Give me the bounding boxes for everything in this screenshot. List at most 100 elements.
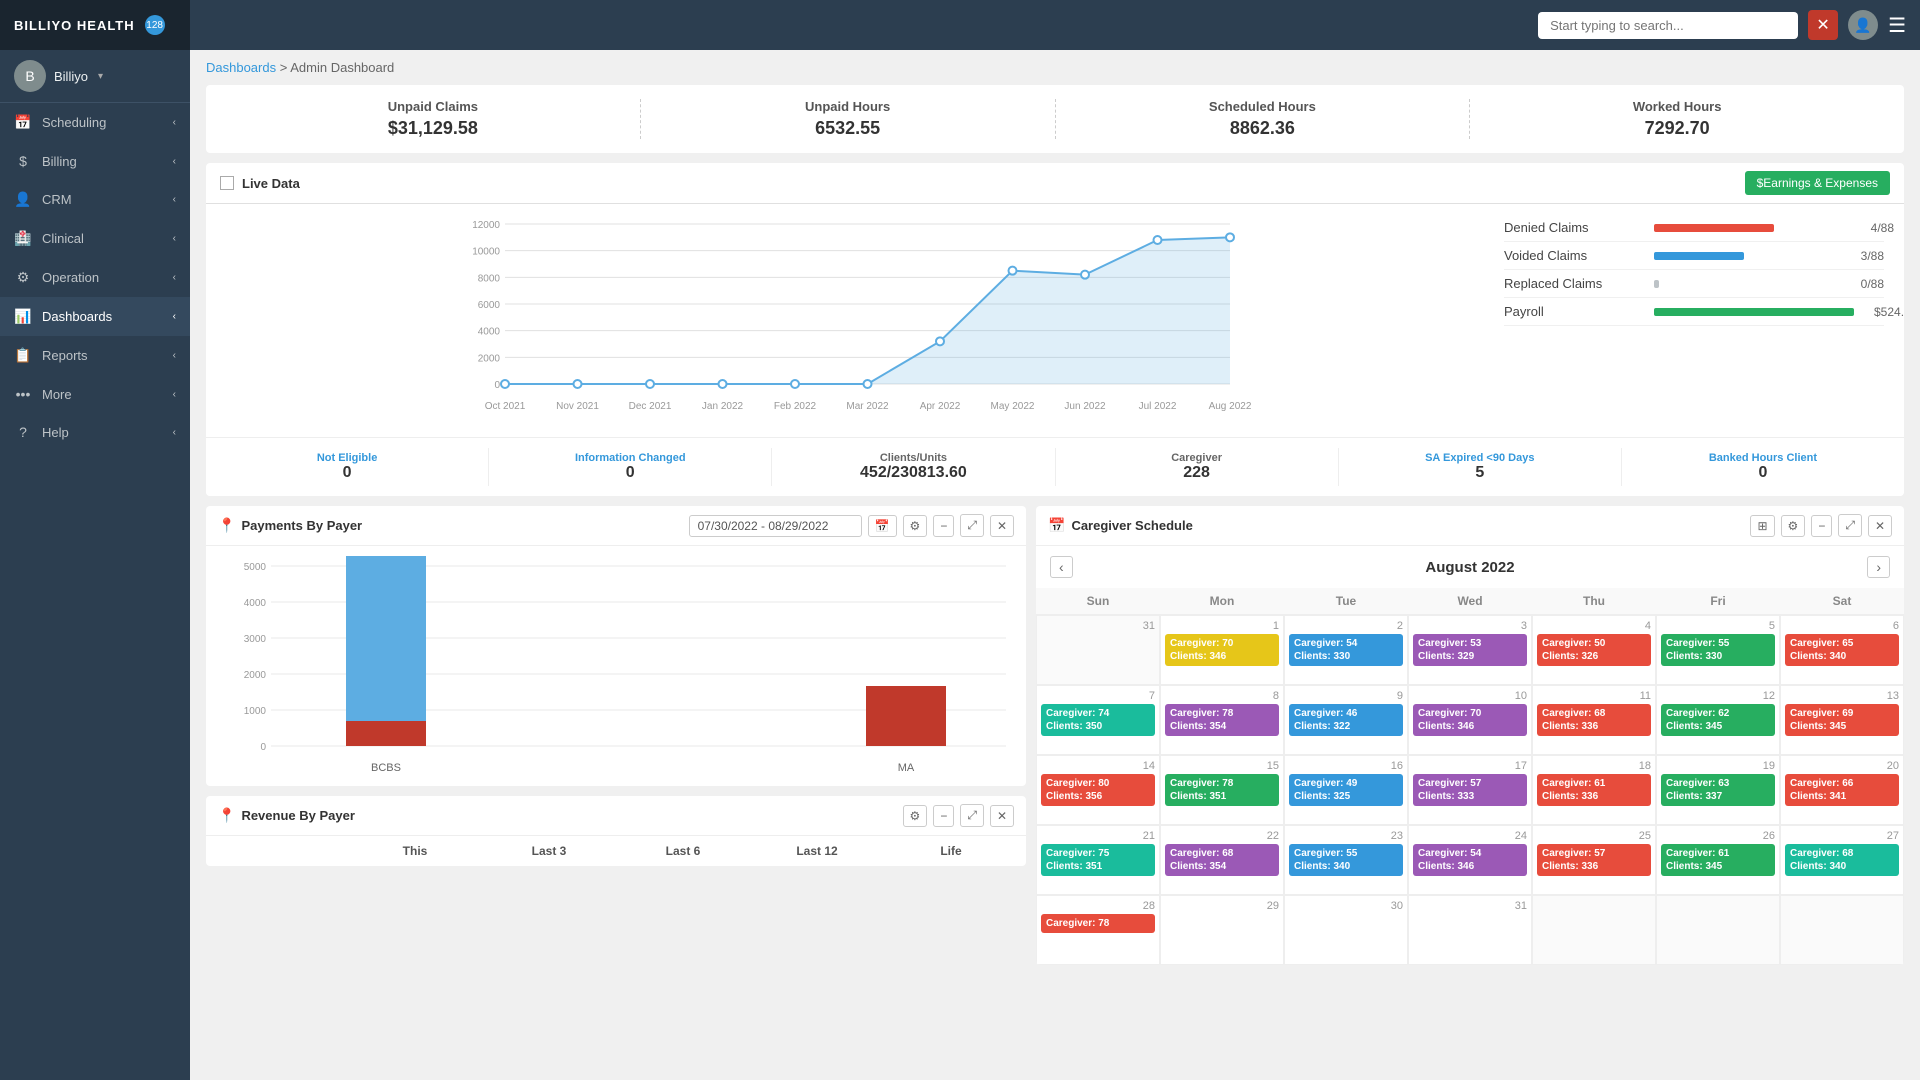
calendar-cell[interactable]: 23Caregiver: 55 Clients: 340 bbox=[1284, 825, 1408, 895]
calendar-cell[interactable]: 10Caregiver: 70 Clients: 346 bbox=[1408, 685, 1532, 755]
sidebar-item-clinical[interactable]: 🏥 Clinical ‹ bbox=[0, 219, 190, 258]
calendar-minimize-button[interactable]: − bbox=[1811, 515, 1832, 537]
payments-settings-button[interactable]: ⚙ bbox=[903, 515, 928, 537]
calendar-cell[interactable]: 5Caregiver: 55 Clients: 330 bbox=[1656, 615, 1780, 685]
calendar-event[interactable]: Caregiver: 70 Clients: 346 bbox=[1413, 704, 1527, 736]
calendar-event[interactable]: Caregiver: 62 Clients: 345 bbox=[1661, 704, 1775, 736]
calendar-event[interactable]: Caregiver: 61 Clients: 345 bbox=[1661, 844, 1775, 876]
calendar-cell[interactable]: 19Caregiver: 63 Clients: 337 bbox=[1656, 755, 1780, 825]
calendar-event[interactable]: Caregiver: 55 Clients: 340 bbox=[1289, 844, 1403, 876]
calendar-event[interactable]: Caregiver: 70 Clients: 346 bbox=[1165, 634, 1279, 666]
calendar-cell[interactable]: 1Caregiver: 70 Clients: 346 bbox=[1160, 615, 1284, 685]
calendar-event[interactable]: Caregiver: 54 Clients: 346 bbox=[1413, 844, 1527, 876]
calendar-event[interactable]: Caregiver: 74 Clients: 350 bbox=[1041, 704, 1155, 736]
calendar-event[interactable]: Caregiver: 68 Clients: 336 bbox=[1537, 704, 1651, 736]
calendar-cell-date: 21 bbox=[1041, 830, 1155, 842]
calendar-cell[interactable]: 13Caregiver: 69 Clients: 345 bbox=[1780, 685, 1904, 755]
breadcrumb-parent[interactable]: Dashboards bbox=[206, 60, 276, 75]
calendar-next-button[interactable]: › bbox=[1867, 556, 1890, 578]
calendar-event[interactable]: Caregiver: 78 Clients: 354 bbox=[1165, 704, 1279, 736]
calendar-cell[interactable]: 18Caregiver: 61 Clients: 336 bbox=[1532, 755, 1656, 825]
calendar-cell[interactable]: 16Caregiver: 49 Clients: 325 bbox=[1284, 755, 1408, 825]
sidebar-item-help[interactable]: ? Help ‹ bbox=[0, 413, 190, 451]
calendar-prev-button[interactable]: ‹ bbox=[1050, 556, 1073, 578]
calendar-settings-button[interactable]: ⚙ bbox=[1781, 515, 1806, 537]
calendar-event[interactable]: Caregiver: 65 Clients: 340 bbox=[1785, 634, 1899, 666]
calendar-cell[interactable]: 12Caregiver: 62 Clients: 345 bbox=[1656, 685, 1780, 755]
calendar-event[interactable]: Caregiver: 55 Clients: 330 bbox=[1661, 634, 1775, 666]
calendar-cell[interactable]: 3Caregiver: 53 Clients: 329 bbox=[1408, 615, 1532, 685]
calendar-cell[interactable]: 15Caregiver: 78 Clients: 351 bbox=[1160, 755, 1284, 825]
sidebar-item-crm[interactable]: 👤 CRM ‹ bbox=[0, 180, 190, 219]
payments-close-button[interactable]: ✕ bbox=[990, 515, 1014, 537]
sidebar-item-more[interactable]: ••• More ‹ bbox=[0, 375, 190, 413]
sidebar-item-label-operation: Operation bbox=[42, 270, 99, 285]
hamburger-menu-icon[interactable]: ☰ bbox=[1888, 13, 1906, 38]
revenue-minimize-button[interactable]: − bbox=[933, 805, 954, 827]
bottom-stat-4: SA Expired <90 Days 5 bbox=[1339, 448, 1622, 486]
calendar-cell[interactable]: 22Caregiver: 68 Clients: 354 bbox=[1160, 825, 1284, 895]
calendar-event[interactable]: Caregiver: 80 Clients: 356 bbox=[1041, 774, 1155, 806]
calendar-cell-date: 27 bbox=[1785, 830, 1899, 842]
calendar-close-button[interactable]: ✕ bbox=[1868, 515, 1892, 537]
calendar-cell[interactable]: 24Caregiver: 54 Clients: 346 bbox=[1408, 825, 1532, 895]
calendar-event[interactable]: Caregiver: 68 Clients: 354 bbox=[1165, 844, 1279, 876]
payments-calendar-button[interactable]: 📅 bbox=[868, 515, 897, 537]
calendar-event[interactable]: Caregiver: 63 Clients: 337 bbox=[1661, 774, 1775, 806]
live-data-checkbox[interactable] bbox=[220, 176, 234, 190]
calendar-event[interactable]: Caregiver: 78 bbox=[1041, 914, 1155, 933]
payments-minimize-button[interactable]: − bbox=[933, 515, 954, 537]
chevron-icon: ‹ bbox=[173, 233, 176, 244]
calendar-expand-button[interactable]: ⤢ bbox=[1838, 514, 1862, 537]
calendar-event[interactable]: Caregiver: 75 Clients: 351 bbox=[1041, 844, 1155, 876]
calendar-cell[interactable]: 9Caregiver: 46 Clients: 322 bbox=[1284, 685, 1408, 755]
calendar-cell[interactable]: 2Caregiver: 54 Clients: 330 bbox=[1284, 615, 1408, 685]
calendar-event[interactable]: Caregiver: 78 Clients: 351 bbox=[1165, 774, 1279, 806]
calendar-event[interactable]: Caregiver: 68 Clients: 340 bbox=[1785, 844, 1899, 876]
sidebar-item-dashboards[interactable]: 📊 Dashboards ‹ bbox=[0, 297, 190, 336]
sidebar-item-operation[interactable]: ⚙ Operation ‹ bbox=[0, 258, 190, 297]
user-section[interactable]: B Billiyo ▾ bbox=[0, 50, 190, 103]
calendar-event[interactable]: Caregiver: 53 Clients: 329 bbox=[1413, 634, 1527, 666]
calendar-cell[interactable]: 17Caregiver: 57 Clients: 333 bbox=[1408, 755, 1532, 825]
revenue-expand-button[interactable]: ⤢ bbox=[960, 804, 984, 827]
calendar-event[interactable]: Caregiver: 54 Clients: 330 bbox=[1289, 634, 1403, 666]
calendar-cell[interactable]: 25Caregiver: 57 Clients: 336 bbox=[1532, 825, 1656, 895]
calendar-event[interactable]: Caregiver: 46 Clients: 322 bbox=[1289, 704, 1403, 736]
notification-badge[interactable]: 128 bbox=[145, 15, 165, 35]
sidebar-item-scheduling[interactable]: 📅 Scheduling ‹ bbox=[0, 103, 190, 142]
calendar-cell[interactable]: 6Caregiver: 65 Clients: 340 bbox=[1780, 615, 1904, 685]
user-dropdown-icon[interactable]: ▾ bbox=[98, 71, 103, 82]
payments-expand-button[interactable]: ⤢ bbox=[960, 514, 984, 537]
calendar-event[interactable]: Caregiver: 57 Clients: 333 bbox=[1413, 774, 1527, 806]
chevron-icon: ‹ bbox=[173, 272, 176, 283]
date-range-input[interactable] bbox=[689, 515, 862, 537]
sidebar-item-reports[interactable]: 📋 Reports ‹ bbox=[0, 336, 190, 375]
calendar-event[interactable]: Caregiver: 50 Clients: 326 bbox=[1537, 634, 1651, 666]
revenue-settings-button[interactable]: ⚙ bbox=[903, 805, 928, 827]
calendar-cell[interactable]: 28Caregiver: 78 bbox=[1036, 895, 1160, 965]
calendar-cell[interactable]: 20Caregiver: 66 Clients: 341 bbox=[1780, 755, 1904, 825]
calendar-cell[interactable]: 7 Caregiver: 74 Clients: 350 bbox=[1036, 685, 1160, 755]
search-input[interactable] bbox=[1538, 12, 1798, 39]
calendar-cell[interactable]: 8Caregiver: 78 Clients: 354 bbox=[1160, 685, 1284, 755]
calendar-cell[interactable]: 11Caregiver: 68 Clients: 336 bbox=[1532, 685, 1656, 755]
calendar-cell[interactable]: 26Caregiver: 61 Clients: 345 bbox=[1656, 825, 1780, 895]
svg-text:8000: 8000 bbox=[478, 273, 501, 284]
calendar-event[interactable]: Caregiver: 69 Clients: 345 bbox=[1785, 704, 1899, 736]
calendar-event[interactable]: Caregiver: 49 Clients: 325 bbox=[1289, 774, 1403, 806]
calendar-cell-date: 7 bbox=[1041, 690, 1155, 702]
calendar-view-toggle[interactable]: ⊞ bbox=[1750, 515, 1774, 537]
calendar-event[interactable]: Caregiver: 61 Clients: 336 bbox=[1537, 774, 1651, 806]
revenue-close-button[interactable]: ✕ bbox=[990, 805, 1014, 827]
calendar-cell[interactable]: 4Caregiver: 50 Clients: 326 bbox=[1532, 615, 1656, 685]
calendar-cell[interactable]: 14Caregiver: 80 Clients: 356 bbox=[1036, 755, 1160, 825]
calendar-cell[interactable]: 21 Caregiver: 75 Clients: 351 bbox=[1036, 825, 1160, 895]
calendar-event[interactable]: Caregiver: 66 Clients: 341 bbox=[1785, 774, 1899, 806]
close-icon[interactable]: ✕ bbox=[1808, 10, 1838, 40]
calendar-cell[interactable]: 27 Caregiver: 68 Clients: 340 bbox=[1780, 825, 1904, 895]
sidebar-item-billing[interactable]: $ Billing ‹ bbox=[0, 142, 190, 180]
topbar-avatar[interactable]: 👤 bbox=[1848, 10, 1878, 40]
earnings-expenses-button[interactable]: $Earnings & Expenses bbox=[1745, 171, 1890, 195]
calendar-event[interactable]: Caregiver: 57 Clients: 336 bbox=[1537, 844, 1651, 876]
